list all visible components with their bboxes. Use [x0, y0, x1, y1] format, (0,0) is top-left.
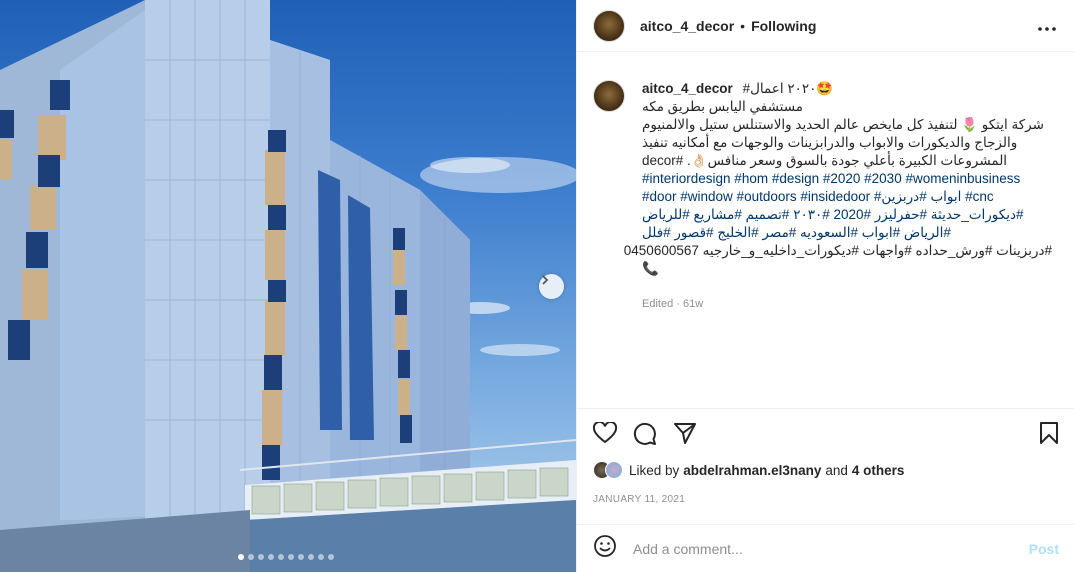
share-button[interactable] [673, 422, 697, 449]
smiley-icon [594, 535, 616, 557]
comment-button[interactable] [633, 422, 657, 451]
likes-conj: and [825, 462, 848, 478]
carousel-dot [268, 554, 274, 560]
carousel-dot [238, 554, 244, 560]
post-photo [0, 0, 576, 572]
more-options-button[interactable] [1038, 18, 1056, 36]
post-caption: aitco_4_decor #٢٠٢٠ اعمال🤩 مستشفي اليابس… [577, 52, 1074, 404]
caption-hashtags-5[interactable]: #interiordesign #hom #design #2020 #2030… [642, 170, 1052, 188]
post-header: aitco_4_decor • Following [577, 0, 1074, 52]
chevron-right-icon [542, 275, 549, 285]
author-avatar[interactable] [593, 9, 625, 42]
likes-summary: Liked by abdelrahman.el3nany and 4 other… [593, 461, 904, 479]
caption-line-0: #٢٠٢٠ اعمال🤩 [742, 81, 834, 96]
following-button[interactable]: Following [751, 18, 816, 34]
comment-box: Post [577, 524, 1074, 572]
post-comment-button[interactable]: Post [1029, 541, 1059, 557]
carousel-dot [308, 554, 314, 560]
paper-plane-icon [674, 423, 696, 444]
carousel-dot [288, 554, 294, 560]
header-separator: • [740, 17, 746, 34]
carousel-dot [328, 554, 334, 560]
carousel-dot [318, 554, 324, 560]
post-dialog: aitco_4_decor • Following aitco_4_decor … [0, 0, 1074, 572]
action-bar [577, 408, 1074, 456]
author-username[interactable]: aitco_4_decor [640, 18, 734, 34]
caption-avatar[interactable] [593, 80, 625, 112]
carousel-dot [248, 554, 254, 560]
caption-line-1: مستشفي اليابس بطريق مكه [642, 99, 803, 114]
caption-hashtags-7[interactable]: #ديكورات_حديثة #حفرليزر #2020 #٢٠٣٠ #تصم… [642, 206, 1052, 224]
caption-phone-emoji: 📞 [642, 261, 659, 276]
carousel-dot [258, 554, 264, 560]
caption-username[interactable]: aitco_4_decor [642, 81, 733, 96]
liker-username[interactable]: abdelrahman.el3nany [683, 463, 821, 478]
caption-line-2: شركة ايتكو 🌷 لتنفيذ كل مايخص عالم الحديد… [642, 117, 1044, 132]
caption-hashtags-8[interactable]: #الرياض #ابواب #السعوديه #مصر #الخليج #ق… [642, 224, 1052, 242]
comment-icon [633, 422, 656, 445]
caption-line-3: والزجاج والديكورات والابواب والدرابزينات… [642, 135, 1018, 150]
likes-prefix: Liked by [629, 462, 680, 478]
caption-hashtags-9[interactable]: #دربزينات #ورش_حداده #واجهات #ديكورات_دا… [624, 242, 1052, 260]
caption-hashtags-6[interactable]: #door #window #outdoors #insidedoor #ابو… [642, 188, 1052, 206]
building-photo [0, 0, 576, 572]
likes-others-link[interactable]: 4 others [852, 463, 905, 478]
bookmark-icon [1040, 422, 1058, 444]
carousel-dot [278, 554, 284, 560]
like-button[interactable] [592, 420, 618, 449]
emoji-button[interactable] [593, 534, 617, 563]
edited-timestamp: Edited · 61w [642, 298, 704, 310]
more-dots-icon [1038, 27, 1056, 31]
carousel-next-button[interactable] [539, 274, 564, 299]
post-details-panel: aitco_4_decor • Following aitco_4_decor … [576, 0, 1074, 572]
comment-input[interactable] [633, 540, 1013, 557]
liker-avatar[interactable] [605, 461, 623, 479]
caption-line-4: المشروعات الكبيرة بأعلي جودة بالسوق وسعر… [642, 153, 1008, 168]
save-button[interactable] [1039, 422, 1059, 449]
carousel-indicator [238, 554, 334, 560]
heart-icon [592, 420, 618, 444]
post-date[interactable]: JANUARY 11, 2021 [593, 494, 685, 505]
carousel-dot [298, 554, 304, 560]
